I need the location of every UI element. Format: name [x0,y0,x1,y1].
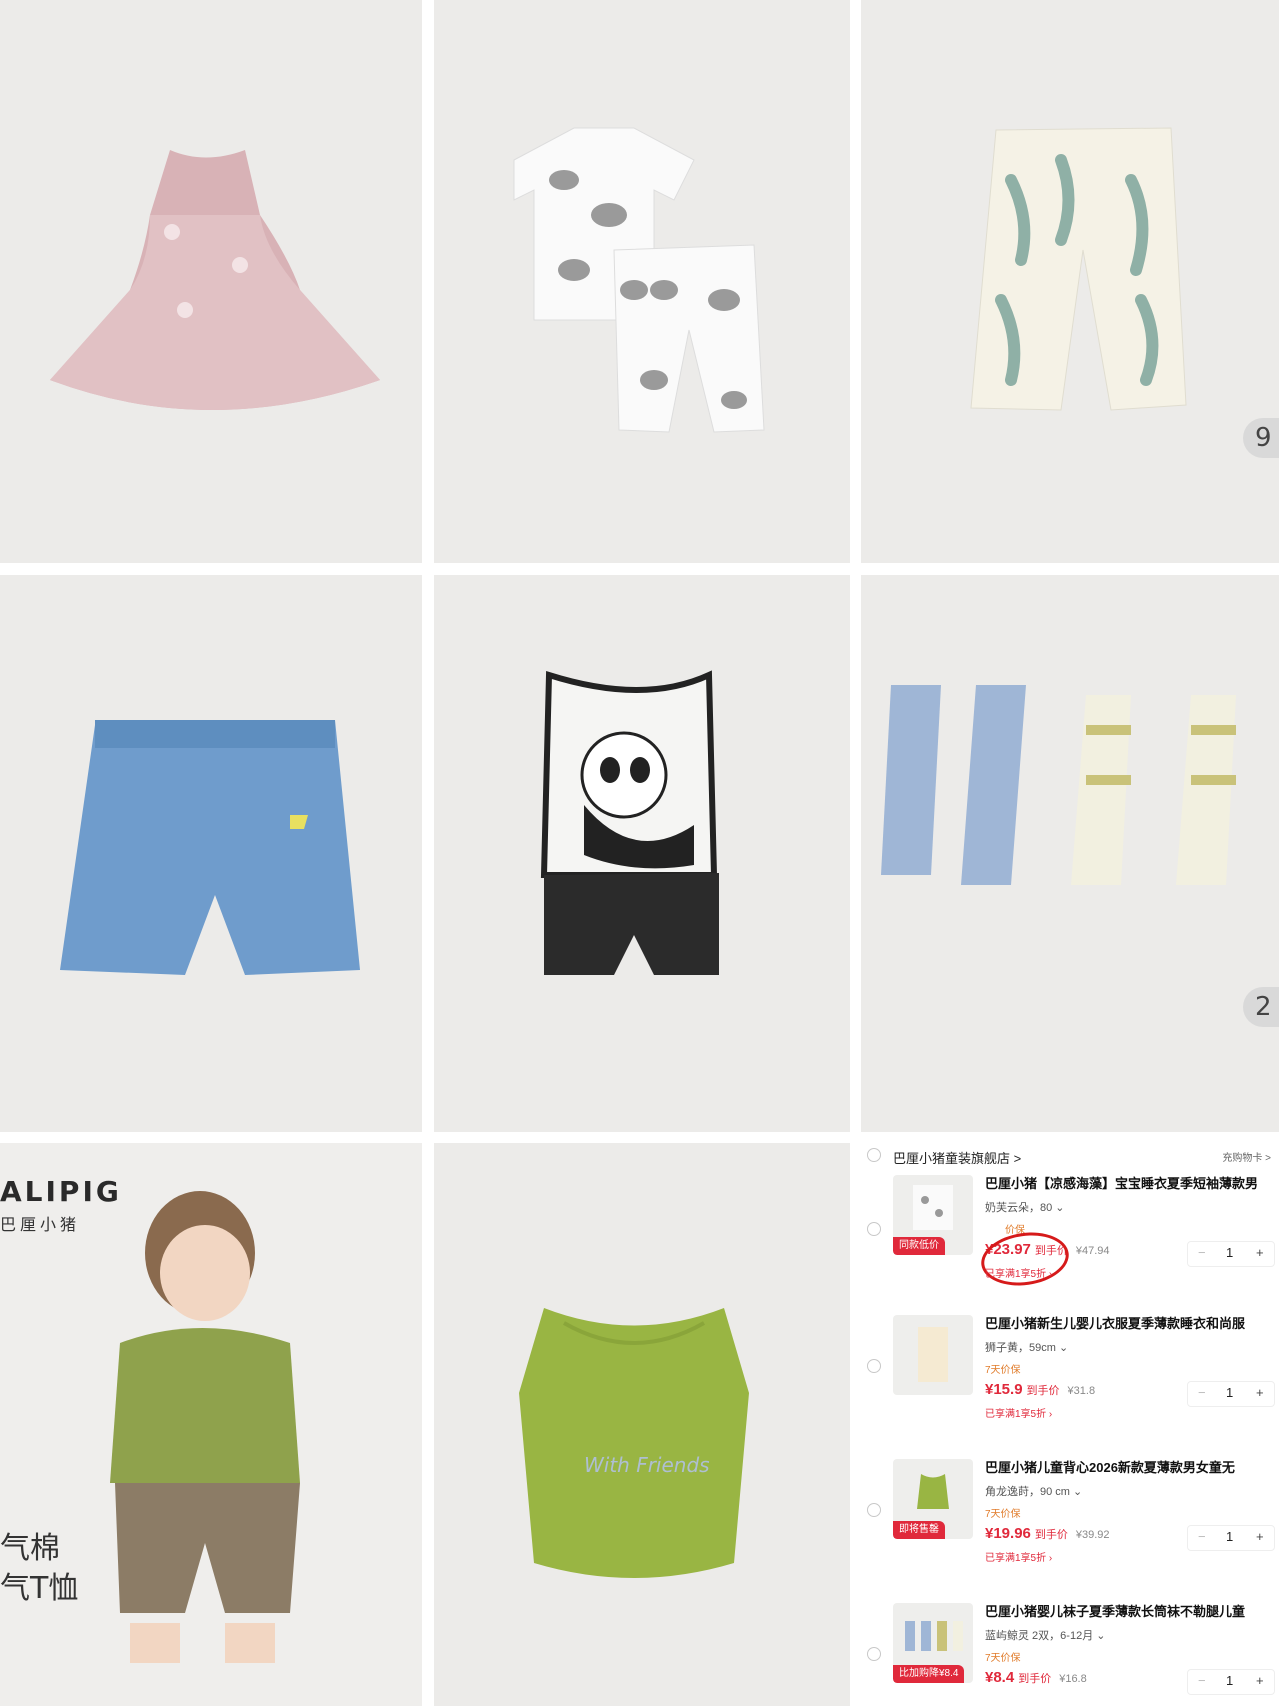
price-guarantee: 7天价保 [985,1365,1021,1376]
store-select-radio[interactable] [867,1148,881,1162]
cart-item: 比加购降¥8.4 巴厘小猪婴儿袜子夏季薄款长筒袜不勒腿儿童 蓝屿鲸灵 2双，6-… [861,1597,1279,1706]
gift-card-link[interactable]: 充购物卡 > [1222,1149,1271,1164]
item-sku-selector[interactable]: 蓝屿鲸灵 2双，6-12月 ⌄ [985,1627,1105,1643]
brand-logo-cn: 巴厘小猪 [0,1215,81,1234]
item-select-radio[interactable] [867,1359,881,1373]
product-image-denim-shorts[interactable] [0,575,422,1132]
item-select-radio[interactable] [867,1647,881,1661]
item-title[interactable]: 巴厘小猪儿童背心2026新款夏薄款男女童无 [985,1457,1279,1476]
product-image-fish-socks[interactable]: 2 [861,575,1279,1132]
shopping-cart-panel: 巴厘小猪童装旗舰店 > 充购物卡 > 同款低价 巴厘小猪【凉感海藻】宝宝睡衣夏季… [861,1143,1279,1706]
original-price: ¥39.92 [1075,1529,1110,1541]
quantity-value[interactable]: 1 [1226,1673,1233,1688]
item-sku-selector[interactable]: 狮子黄，59cm ⌄ [985,1339,1068,1355]
cart-item: 同款低价 巴厘小猪【凉感海藻】宝宝睡衣夏季短袖薄款男 奶芙云朵，80 ⌄ 价保 … [861,1169,1279,1309]
item-title[interactable]: 巴厘小猪新生儿婴儿衣服夏季薄款睡衣和尚服 [985,1313,1279,1332]
price-row: ¥19.96 到手价 ¥39.92 [985,1525,1110,1543]
thumbnail-image [918,1327,948,1382]
quantity-stepper[interactable]: − 1 + [1187,1525,1275,1551]
cart-item: 巴厘小猪新生儿婴儿衣服夏季薄款睡衣和尚服 狮子黄，59cm ⌄ 7天价保 ¥15… [861,1309,1279,1449]
item-select-radio[interactable] [867,1222,881,1236]
quantity-stepper[interactable]: − 1 + [1187,1381,1275,1407]
increase-button[interactable]: + [1256,1245,1264,1260]
increase-button[interactable]: + [1256,1673,1264,1688]
item-select-radio[interactable] [867,1503,881,1517]
product-image-banana-pants[interactable]: 9 [861,0,1279,563]
item-sku-selector[interactable]: 角龙逸莳，90 cm ⌄ [985,1483,1082,1499]
item-thumbnail[interactable] [893,1315,973,1395]
promo-text-line2: 气T恤 [0,1571,79,1606]
decrease-button[interactable]: − [1198,1673,1206,1688]
store-header[interactable]: 巴厘小猪童装旗舰店 > 充购物卡 > [861,1143,1279,1169]
price-guarantee: 7天价保 [985,1509,1021,1520]
cow-print-set-illustration [513,127,765,433]
final-price: ¥8.4 [985,1669,1015,1686]
decrease-button[interactable]: − [1198,1529,1206,1544]
promo-text-line1: 气棉 [0,1531,60,1566]
banana-pants-illustration [970,127,1187,411]
decrease-button[interactable]: − [1198,1245,1206,1260]
store-name[interactable]: 巴厘小猪童装旗舰店 > [893,1148,1021,1167]
item-thumbnail[interactable]: 即将售罄 [893,1459,973,1539]
product-image-pink-dress[interactable] [0,0,422,563]
quantity-value[interactable]: 1 [1226,1385,1233,1400]
item-title[interactable]: 巴厘小猪婴儿袜子夏季薄款长筒袜不勒腿儿童 [985,1601,1279,1620]
final-price: ¥19.96 [985,1525,1031,1542]
item-title[interactable]: 巴厘小猪【凉感海藻】宝宝睡衣夏季短袖薄款男 [985,1173,1279,1192]
discount-info[interactable]: 已享满1享5折 › [985,1265,1052,1280]
item-tag: 即将售罄 [893,1521,945,1539]
quantity-stepper[interactable]: − 1 + [1187,1669,1275,1695]
image-count-badge: 9 [1243,418,1279,458]
denim-shorts-illustration [60,720,360,975]
discount-info[interactable]: 已享满1享5折 › [985,1405,1052,1420]
price-row: ¥15.9 到手价 ¥31.8 [985,1381,1095,1399]
item-tag: 比加购降¥8.4 [893,1665,965,1683]
panda-vest-set-illustration [540,670,719,975]
brand-logo: ALIPIG [0,1175,122,1208]
item-tag: 同款低价 [893,1237,945,1255]
increase-button[interactable]: + [1256,1385,1264,1400]
item-thumbnail[interactable]: 比加购降¥8.4 [893,1603,973,1683]
quantity-value[interactable]: 1 [1226,1245,1233,1260]
product-image-panda-vest-set[interactable] [434,575,850,1132]
fish-socks-illustration [881,685,1236,885]
final-price-label: 到手价 [1034,1529,1068,1541]
product-image-green-tank[interactable]: With Friends [434,1143,850,1706]
image-count-badge: 2 [1243,987,1279,1027]
final-price-label: 到手价 [1026,1385,1060,1397]
original-price: ¥47.94 [1075,1245,1110,1257]
final-price-label: 到手价 [1018,1673,1052,1685]
decrease-button[interactable]: − [1198,1385,1206,1400]
price-row: ¥8.4 到手价 ¥16.8 [985,1669,1087,1687]
final-price: ¥15.9 [985,1381,1023,1398]
price-guarantee: 7天价保 [985,1653,1021,1664]
pink-dress-illustration [50,150,380,410]
original-price: ¥16.8 [1059,1673,1087,1685]
hand-drawn-circle-annotation [977,1227,1073,1291]
item-sku-selector[interactable]: 奶芙云朵，80 ⌄ [985,1199,1065,1215]
original-price: ¥31.8 [1067,1385,1096,1397]
tank-print-text: With Friends [584,1453,710,1477]
item-thumbnail[interactable]: 同款低价 [893,1175,973,1255]
product-image-toddler-model[interactable]: ALIPIG 巴厘小猪 气棉 气T恤 [0,1143,422,1706]
increase-button[interactable]: + [1256,1529,1264,1544]
quantity-value[interactable]: 1 [1226,1529,1233,1544]
cart-item: 即将售罄 巴厘小猪儿童背心2026新款夏薄款男女童无 角龙逸莳，90 cm ⌄ … [861,1453,1279,1593]
quantity-stepper[interactable]: − 1 + [1187,1241,1275,1267]
discount-info[interactable]: 已享满1享5折 › [985,1549,1052,1564]
green-tank-illustration [519,1308,749,1578]
product-image-cow-print-set[interactable] [434,0,850,563]
